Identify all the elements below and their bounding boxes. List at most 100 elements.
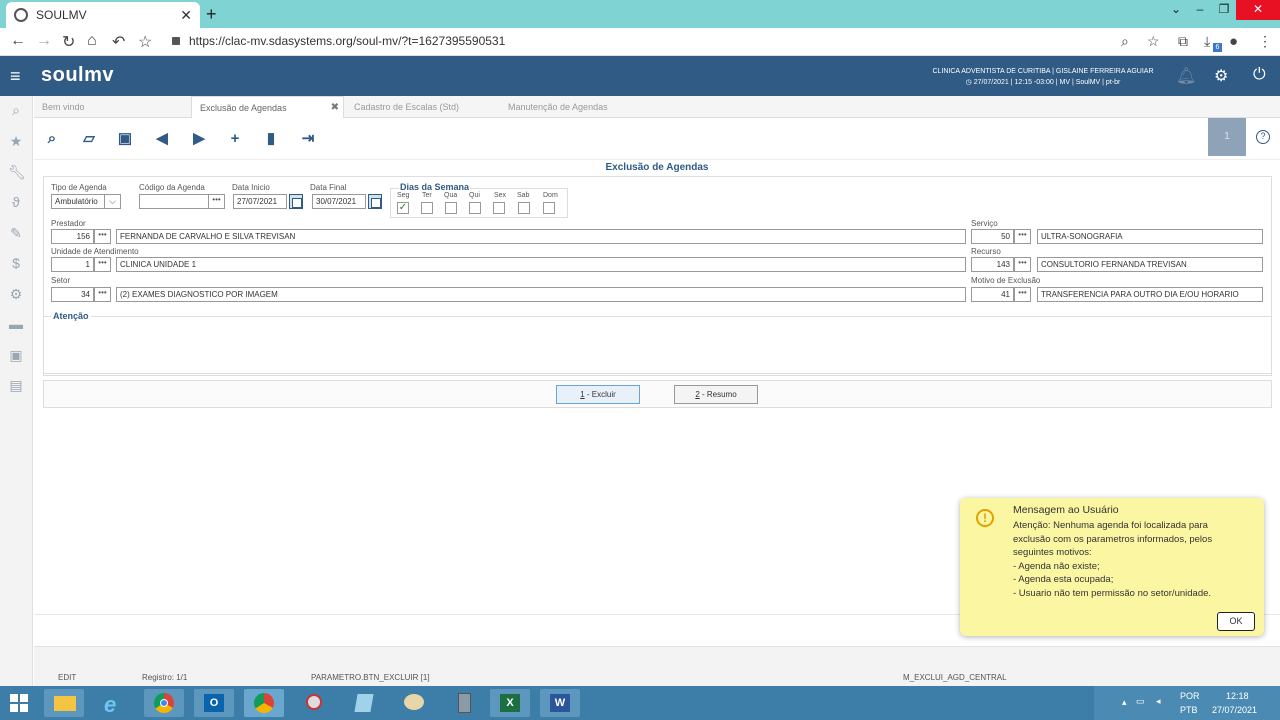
motivo-code-input[interactable]: 41 <box>971 287 1014 302</box>
ok-button[interactable]: OK <box>1217 612 1255 631</box>
close-tab-icon[interactable]: ✖ <box>331 97 339 119</box>
notes-icon[interactable] <box>344 689 384 717</box>
codigo-agenda-lookup-button[interactable]: ••• <box>208 194 225 209</box>
checkbox-sab[interactable] <box>518 202 530 214</box>
url-field[interactable]: https://clac-mv.sdasystems.org/soul-mv/?… <box>189 34 505 48</box>
close-window-button[interactable]: ✕ <box>1236 0 1280 20</box>
prestador-name-field[interactable]: FERNANDA DE CARVALHO E SILVA TREVISAN <box>116 229 966 244</box>
recurso-code-input[interactable]: 143 <box>971 257 1014 272</box>
tab-bem-vindo[interactable]: Bem vindo <box>34 96 191 118</box>
reload-icon[interactable]: ↻ <box>62 32 75 52</box>
setor-lookup-button[interactable]: ••• <box>94 287 111 302</box>
outlook-icon[interactable]: O <box>194 689 234 717</box>
language-primary[interactable]: POR <box>1180 691 1200 701</box>
search-icon[interactable]: ⌕ <box>8 102 24 118</box>
more-menu-icon[interactable]: ⋮ <box>1258 33 1272 50</box>
resumo-button[interactable]: 2 - Resumo <box>674 385 758 404</box>
stethoscope-icon[interactable]: ϑ <box>8 194 24 210</box>
setor-code-input[interactable]: 34 <box>51 287 94 302</box>
chrome-window-icon[interactable] <box>244 689 284 717</box>
bookmark-star-icon[interactable]: ☆ <box>138 32 152 52</box>
clock-time[interactable]: 12:18 <box>1226 691 1249 701</box>
document-icon[interactable]: ▤ <box>8 377 24 393</box>
recurso-name-field[interactable]: CONSULTORIO FERNANDA TREVISAN <box>1037 257 1263 272</box>
data-inicio-input[interactable]: 27/07/2021 <box>233 194 287 209</box>
tab-cadastro-escalas[interactable]: Cadastro de Escalas (Std) <box>346 96 501 118</box>
file-explorer-icon[interactable] <box>44 689 84 717</box>
help-icon[interactable]: ? <box>1256 130 1270 144</box>
chart-icon[interactable]: ▣ <box>8 347 24 363</box>
tipo-agenda-select[interactable]: Ambulatório <box>51 194 105 209</box>
windows-start-icon[interactable] <box>10 694 28 712</box>
zoom-icon[interactable]: ⌕ <box>1121 33 1129 50</box>
favorites-star-icon[interactable]: ★ <box>8 133 24 149</box>
forward-icon[interactable]: → <box>36 32 52 50</box>
chrome-icon[interactable] <box>144 689 184 717</box>
checkbox-sex[interactable] <box>493 202 505 214</box>
codigo-agenda-input[interactable] <box>139 194 209 209</box>
language-secondary[interactable]: PTB <box>1180 705 1198 715</box>
tab-exclusao-agendas[interactable]: Exclusão de Agendas ✖ <box>191 96 344 118</box>
eraser-icon[interactable]: ▱ <box>81 131 97 147</box>
gear-icon[interactable]: ⚙ <box>1214 66 1228 86</box>
download-icon[interactable]: ⤓ <box>1204 33 1210 50</box>
minimize-icon[interactable]: ⌄ <box>1164 0 1188 20</box>
exit-icon[interactable]: ⇥ <box>300 131 316 147</box>
close-tab-icon[interactable]: ✕ <box>180 7 192 24</box>
star-icon[interactable]: ☆ <box>1147 33 1160 50</box>
excluir-button[interactable]: 1 - Excluir <box>556 385 640 404</box>
next-icon[interactable]: ▶ <box>191 131 207 147</box>
prestador-code-input[interactable]: 156 <box>51 229 94 244</box>
paint-icon[interactable] <box>394 689 434 717</box>
profile-icon[interactable]: ● <box>1229 33 1238 50</box>
checkbox-ter[interactable] <box>421 202 433 214</box>
cogs-icon[interactable]: ⚙ <box>8 286 24 302</box>
word-icon[interactable]: W <box>540 689 580 717</box>
crop-icon[interactable]: ⧉ <box>1178 33 1188 50</box>
servico-name-field[interactable]: ULTRA-SONOGRAFIA <box>1037 229 1263 244</box>
bell-icon[interactable]: 🔔︎ <box>1176 66 1196 86</box>
checkbox-dom[interactable] <box>543 202 555 214</box>
wrench-icon[interactable]: 🔧︎ <box>8 164 26 180</box>
tab-manutencao-agendas[interactable]: Manutenção de Agendas <box>500 96 660 118</box>
unidade-name-field[interactable]: CLINICA UNIDADE 1 <box>116 257 966 272</box>
checkbox-qua[interactable] <box>445 202 457 214</box>
undo-icon[interactable]: ↶ <box>112 32 125 52</box>
excel-icon[interactable]: X <box>490 689 530 717</box>
search-icon[interactable]: ⌕ <box>44 131 60 147</box>
network-icon[interactable]: ▭ <box>1136 696 1145 707</box>
hamburger-menu-icon[interactable]: ≡ <box>10 66 21 87</box>
trash-icon[interactable]: ▮ <box>263 131 279 147</box>
data-final-input[interactable]: 30/07/2021 <box>312 194 366 209</box>
clock-date[interactable]: 27/07/2021 <box>1212 705 1257 715</box>
save-icon[interactable]: ▣ <box>117 131 133 147</box>
motivo-lookup-button[interactable]: ••• <box>1014 287 1031 302</box>
calculator-icon[interactable] <box>444 689 484 717</box>
syringe-icon[interactable]: ✎ <box>8 225 24 241</box>
recurso-lookup-button[interactable]: ••• <box>1014 257 1031 272</box>
internet-explorer-icon[interactable]: e <box>94 689 134 717</box>
servico-code-input[interactable]: 50 <box>971 229 1014 244</box>
checkbox-qui[interactable] <box>469 202 481 214</box>
chevron-down-icon[interactable]: ⌵ <box>104 194 121 209</box>
new-tab-button[interactable]: + <box>206 4 217 25</box>
unidade-lookup-button[interactable]: ••• <box>94 257 111 272</box>
motivo-name-field[interactable]: TRANSFERENCIA PARA OUTRO DIA E/OU HORARI… <box>1037 287 1263 302</box>
app-icon[interactable] <box>294 689 334 717</box>
add-icon[interactable]: + <box>227 131 243 147</box>
setor-name-field[interactable]: (2) EXAMES DIAGNOSTICO POR IMAGEM <box>116 287 966 302</box>
minimize-button[interactable]: – <box>1188 0 1212 20</box>
prestador-lookup-button[interactable]: ••• <box>94 229 111 244</box>
volume-icon[interactable]: ◂ <box>1156 696 1161 707</box>
checkbox-seg[interactable]: ✓ <box>397 202 409 214</box>
back-icon[interactable]: ← <box>10 32 26 50</box>
truck-icon[interactable]: ▬ <box>8 316 24 332</box>
calendar-icon[interactable] <box>368 194 382 209</box>
unidade-code-input[interactable]: 1 <box>51 257 94 272</box>
restore-button[interactable]: ❐ <box>1212 0 1236 20</box>
tray-expand-icon[interactable]: ▴ <box>1122 697 1127 708</box>
servico-lookup-button[interactable]: ••• <box>1014 229 1031 244</box>
home-icon[interactable]: ⌂ <box>87 32 97 50</box>
dollar-icon[interactable]: $ <box>8 255 24 271</box>
power-icon[interactable]: ⏻ <box>1253 66 1266 84</box>
